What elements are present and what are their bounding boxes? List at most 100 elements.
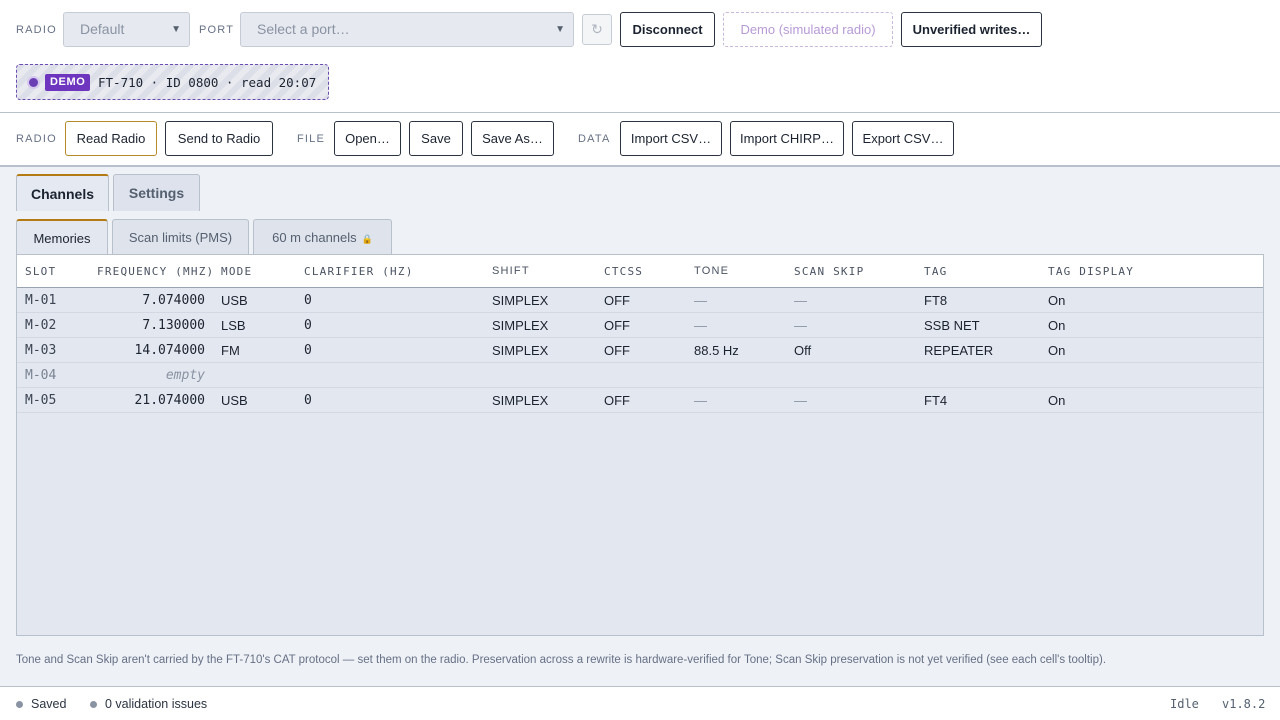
column-header-tag-display[interactable]: TAG DISPLAY bbox=[1048, 265, 1134, 278]
cell-slot: M-04 bbox=[25, 368, 57, 383]
saved-status: Saved bbox=[31, 697, 67, 711]
tab-settings[interactable]: Settings bbox=[113, 174, 200, 211]
save-button[interactable]: Save bbox=[409, 121, 463, 156]
table-row[interactable]: M-04 empty bbox=[17, 363, 1263, 388]
chevron-down-icon: ▼ bbox=[555, 24, 565, 35]
import-chirp-button[interactable]: Import CHIRP… bbox=[730, 121, 844, 156]
subtab-60m-label: 60 m channels bbox=[272, 230, 357, 245]
cell-slot: M-05 bbox=[25, 393, 57, 408]
read-radio-button[interactable]: Read Radio bbox=[65, 121, 157, 156]
cell-tone[interactable]: — bbox=[694, 293, 707, 308]
cell-frequency[interactable]: 7.074000 bbox=[85, 293, 205, 308]
file-group-label: FILE bbox=[297, 133, 326, 145]
cell-slot: M-03 bbox=[25, 343, 57, 358]
action-toolbar: RADIO Read Radio Send to Radio FILE Open… bbox=[0, 113, 1280, 167]
export-csv-button[interactable]: Export CSV… bbox=[852, 121, 954, 156]
table-header: SLOT FREQUENCY (MHZ) MODE CLARIFIER (HZ)… bbox=[17, 255, 1263, 288]
column-header-slot[interactable]: SLOT bbox=[25, 265, 56, 278]
status-dot-icon bbox=[29, 78, 38, 87]
refresh-ports-button[interactable]: ↻ bbox=[582, 14, 612, 45]
cell-tag-display[interactable]: On bbox=[1048, 393, 1065, 408]
subtab-scan-limits[interactable]: Scan limits (PMS) bbox=[112, 219, 249, 255]
cell-mode[interactable]: USB bbox=[221, 293, 248, 308]
refresh-icon: ↻ bbox=[591, 21, 603, 37]
table-row[interactable]: M-05 21.074000 USB 0 SIMPLEX OFF — — FT4… bbox=[17, 388, 1263, 413]
column-header-frequency[interactable]: FREQUENCY (MHZ) bbox=[97, 265, 214, 278]
cell-clarifier[interactable]: 0 bbox=[304, 393, 312, 408]
cell-scan-skip[interactable]: Off bbox=[794, 343, 811, 358]
chevron-down-icon: ▼ bbox=[171, 24, 181, 35]
column-header-tone[interactable]: TONE bbox=[694, 265, 729, 277]
column-header-ctcss[interactable]: CTCSS bbox=[604, 265, 643, 278]
cell-frequency[interactable]: 7.130000 bbox=[85, 318, 205, 333]
radio-model-select[interactable]: Default ▼ bbox=[63, 12, 190, 47]
cell-scan-skip[interactable]: — bbox=[794, 393, 807, 408]
table-row[interactable]: M-03 14.074000 FM 0 SIMPLEX OFF 88.5 Hz … bbox=[17, 338, 1263, 363]
port-select[interactable]: Select a port… ▼ bbox=[240, 12, 574, 47]
validation-status-dot-icon bbox=[90, 701, 97, 708]
table-row[interactable]: M-01 7.074000 USB 0 SIMPLEX OFF — — FT8 … bbox=[17, 288, 1263, 313]
cell-tag[interactable]: FT4 bbox=[924, 393, 947, 408]
column-header-shift[interactable]: SHIFT bbox=[492, 265, 530, 277]
cell-ctcss[interactable]: OFF bbox=[604, 318, 630, 333]
cell-tag[interactable]: SSB NET bbox=[924, 318, 980, 333]
table-row[interactable]: M-02 7.130000 LSB 0 SIMPLEX OFF — — SSB … bbox=[17, 313, 1263, 338]
demo-badge: DEMO bbox=[45, 74, 91, 91]
cell-tone[interactable]: — bbox=[694, 318, 707, 333]
cell-tag[interactable]: REPEATER bbox=[924, 343, 993, 358]
app-version: v1.8.2 bbox=[1222, 697, 1266, 711]
send-to-radio-button[interactable]: Send to Radio bbox=[165, 121, 273, 156]
column-header-scan-skip[interactable]: SCAN SKIP bbox=[794, 265, 864, 278]
column-header-tag[interactable]: TAG bbox=[924, 265, 947, 278]
cell-tag-display[interactable]: On bbox=[1048, 293, 1065, 308]
cell-shift[interactable]: SIMPLEX bbox=[492, 343, 548, 358]
cell-scan-skip[interactable]: — bbox=[794, 318, 807, 333]
cell-slot: M-01 bbox=[25, 293, 57, 308]
cell-frequency-empty[interactable]: empty bbox=[85, 368, 205, 383]
connection-bar: RADIO Default ▼ PORT Select a port… ▼ ↻ … bbox=[0, 0, 1280, 113]
channels-table: SLOT FREQUENCY (MHZ) MODE CLARIFIER (HZ)… bbox=[16, 254, 1264, 636]
tab-channels[interactable]: Channels bbox=[16, 174, 109, 211]
save-as-button[interactable]: Save As… bbox=[471, 121, 554, 156]
disconnect-button[interactable]: Disconnect bbox=[620, 12, 715, 47]
unverified-writes-button[interactable]: Unverified writes… bbox=[901, 12, 1042, 47]
activity-status: Idle bbox=[1170, 697, 1199, 711]
subtab-60m-channels[interactable]: 60 m channels 🔒 bbox=[253, 219, 392, 255]
cell-shift[interactable]: SIMPLEX bbox=[492, 293, 548, 308]
import-csv-button[interactable]: Import CSV… bbox=[620, 121, 722, 156]
cell-mode[interactable]: USB bbox=[221, 393, 248, 408]
cell-clarifier[interactable]: 0 bbox=[304, 318, 312, 333]
lock-icon: 🔒 bbox=[361, 234, 373, 244]
column-header-mode[interactable]: MODE bbox=[221, 265, 252, 278]
cell-frequency[interactable]: 14.074000 bbox=[85, 343, 205, 358]
cell-tone[interactable]: 88.5 Hz bbox=[694, 343, 739, 358]
cell-clarifier[interactable]: 0 bbox=[304, 293, 312, 308]
port-select-label: PORT bbox=[199, 24, 235, 36]
cell-scan-skip[interactable]: — bbox=[794, 293, 807, 308]
radio-status-text: FT-710 · ID 0800 · read 20:07 bbox=[98, 75, 317, 90]
radio-group-label: RADIO bbox=[16, 133, 57, 145]
cell-shift[interactable]: SIMPLEX bbox=[492, 318, 548, 333]
cell-tag-display[interactable]: On bbox=[1048, 318, 1065, 333]
protocol-footnote: Tone and Scan Skip aren't carried by the… bbox=[16, 654, 1107, 666]
cell-ctcss[interactable]: OFF bbox=[604, 393, 630, 408]
subtab-memories[interactable]: Memories bbox=[16, 219, 108, 255]
cell-tag[interactable]: FT8 bbox=[924, 293, 947, 308]
cell-clarifier[interactable]: 0 bbox=[304, 343, 312, 358]
cell-frequency[interactable]: 21.074000 bbox=[85, 393, 205, 408]
cell-tone[interactable]: — bbox=[694, 393, 707, 408]
data-group-label: DATA bbox=[578, 133, 611, 145]
cell-ctcss[interactable]: OFF bbox=[604, 293, 630, 308]
radio-status-chip: DEMO FT-710 · ID 0800 · read 20:07 bbox=[16, 64, 329, 100]
status-bar: Saved 0 validation issues Idle v1.8.2 bbox=[0, 686, 1280, 720]
port-select-placeholder: Select a port… bbox=[257, 21, 350, 37]
open-button[interactable]: Open… bbox=[334, 121, 401, 156]
cell-mode[interactable]: LSB bbox=[221, 318, 246, 333]
column-header-clarifier[interactable]: CLARIFIER (HZ) bbox=[304, 265, 414, 278]
cell-mode[interactable]: FM bbox=[221, 343, 240, 358]
validation-status[interactable]: 0 validation issues bbox=[105, 697, 207, 711]
cell-ctcss[interactable]: OFF bbox=[604, 343, 630, 358]
cell-tag-display[interactable]: On bbox=[1048, 343, 1065, 358]
demo-mode-button[interactable]: Demo (simulated radio) bbox=[723, 12, 893, 47]
cell-shift[interactable]: SIMPLEX bbox=[492, 393, 548, 408]
